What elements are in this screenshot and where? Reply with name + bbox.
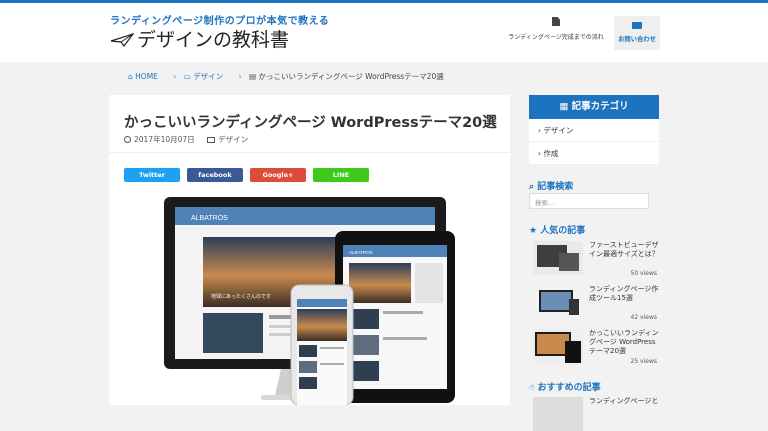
share-line-button[interactable]: LINE [313, 168, 369, 182]
sidebar-category-label: デザイン [543, 126, 574, 135]
breadcrumb: ⌂ HOME › ▭ デザイン › ▤ かっこいいランディングページ WordP… [128, 71, 452, 82]
star-icon: ★ [529, 226, 538, 236]
category-widget-label: 記事カテゴリ [571, 101, 629, 112]
search-widget-label: 記事検索 [537, 182, 574, 192]
paper-plane-icon [110, 33, 134, 47]
popular-thumbnail [533, 329, 583, 363]
breadcrumb-home[interactable]: ⌂ HOME [128, 72, 162, 81]
recommend-widget-label: おすすめの記事 [537, 383, 601, 393]
sidebar-category-label: 作成 [543, 149, 559, 158]
share-twitter-button[interactable]: Twitter [124, 168, 180, 182]
document-icon [552, 17, 560, 26]
share-google-button[interactable]: Google+ [250, 168, 306, 182]
site-header: ランディングページ制作のプロが本気で教える デザインの教科書 ランディングページ… [0, 3, 768, 62]
share-facebook-button[interactable]: facebook [187, 168, 243, 182]
sidebar-category-design[interactable]: › デザイン [529, 119, 659, 142]
divider [109, 152, 510, 153]
breadcrumb-home-label: HOME [135, 72, 158, 81]
recommend-item[interactable]: ランディングページと [533, 397, 658, 431]
nav-contact-label: お問い合わせ [618, 36, 656, 43]
popular-views: 50 views [630, 270, 657, 277]
breadcrumb-separator: › [173, 72, 177, 81]
nav-flow-link[interactable]: ランディングページ完成までの流れ [508, 17, 604, 47]
folder-icon [207, 137, 216, 143]
category-widget-title: ▦ 記事カテゴリ [529, 95, 659, 119]
breadcrumb-category-label: デザイン [193, 72, 224, 81]
clock-icon [124, 136, 131, 143]
recommend-thumbnail [533, 397, 583, 431]
mockup-brand: ALBATROS [191, 215, 228, 222]
popular-thumbnail [533, 241, 583, 275]
search-input[interactable]: 検索... [529, 193, 649, 209]
article-category[interactable]: デザイン [207, 135, 248, 144]
sidebar: ▦ 記事カテゴリ › デザイン › 作成 ⌕ 記事検索 検索... ★ 人気の記… [529, 95, 659, 431]
breadcrumb-current-label: かっこいいランディングページ WordPressテーマ20選 [258, 72, 444, 81]
popular-views: 42 views [630, 314, 657, 321]
article-date: 2017年10月07日 [134, 135, 195, 144]
nav-contact-link[interactable]: お問い合わせ [614, 16, 660, 50]
popular-title: ランディングページ作成ツール15選 [589, 285, 659, 302]
sidebar-category-create[interactable]: › 作成 [529, 142, 659, 165]
popular-thumbnail [533, 285, 583, 319]
article-meta: 2017年10月07日 デザイン [124, 134, 248, 145]
breadcrumb-category[interactable]: ▭ デザイン [184, 72, 227, 81]
mockup-hero-caption: 地球にあったくさんのです [211, 293, 271, 300]
nav-flow-label: ランディングページ完成までの流れ [508, 34, 604, 41]
site-logo-text: デザインの教科書 [137, 29, 290, 51]
article-main: かっこいいランディングページ WordPressテーマ20選 2017年10月0… [109, 95, 510, 405]
popular-views: 25 views [630, 358, 657, 365]
article-category-label: デザイン [218, 135, 249, 144]
popular-widget-label: 人気の記事 [540, 226, 586, 236]
breadcrumb-current: ▤ かっこいいランディングページ WordPressテーマ20選 [248, 72, 444, 81]
eyecatch-device-mockup: ALBATROS 地球にあったくさんのです ALBATROS [164, 197, 455, 405]
breadcrumb-separator: › [238, 72, 242, 81]
mockup-brand-small: ALBATROS [349, 250, 373, 255]
search-widget-title: ⌕ 記事検索 [529, 179, 573, 192]
popular-widget-title: ★ 人気の記事 [529, 223, 585, 236]
article-title: かっこいいランディングページ WordPressテーマ20選 [124, 115, 497, 131]
popular-title: かっこいいランディングページ WordPressテーマ20選 [589, 329, 659, 355]
popular-item[interactable]: かっこいいランディングページ WordPressテーマ20選 25 views [533, 329, 659, 365]
popular-title: ファーストビューデザイン最適サイズとは？ [589, 241, 659, 258]
recommend-widget-title: ☝ おすすめの記事 [529, 380, 601, 393]
popular-item[interactable]: ファーストビューデザイン最適サイズとは？ 50 views [533, 241, 659, 277]
popular-item[interactable]: ランディングページ作成ツール15選 42 views [533, 285, 659, 321]
site-logo[interactable]: デザインの教科書 [110, 25, 289, 52]
search-icon: ⌕ [529, 182, 535, 192]
thumbs-up-icon: ☝ [529, 383, 535, 393]
envelope-icon [632, 22, 642, 29]
